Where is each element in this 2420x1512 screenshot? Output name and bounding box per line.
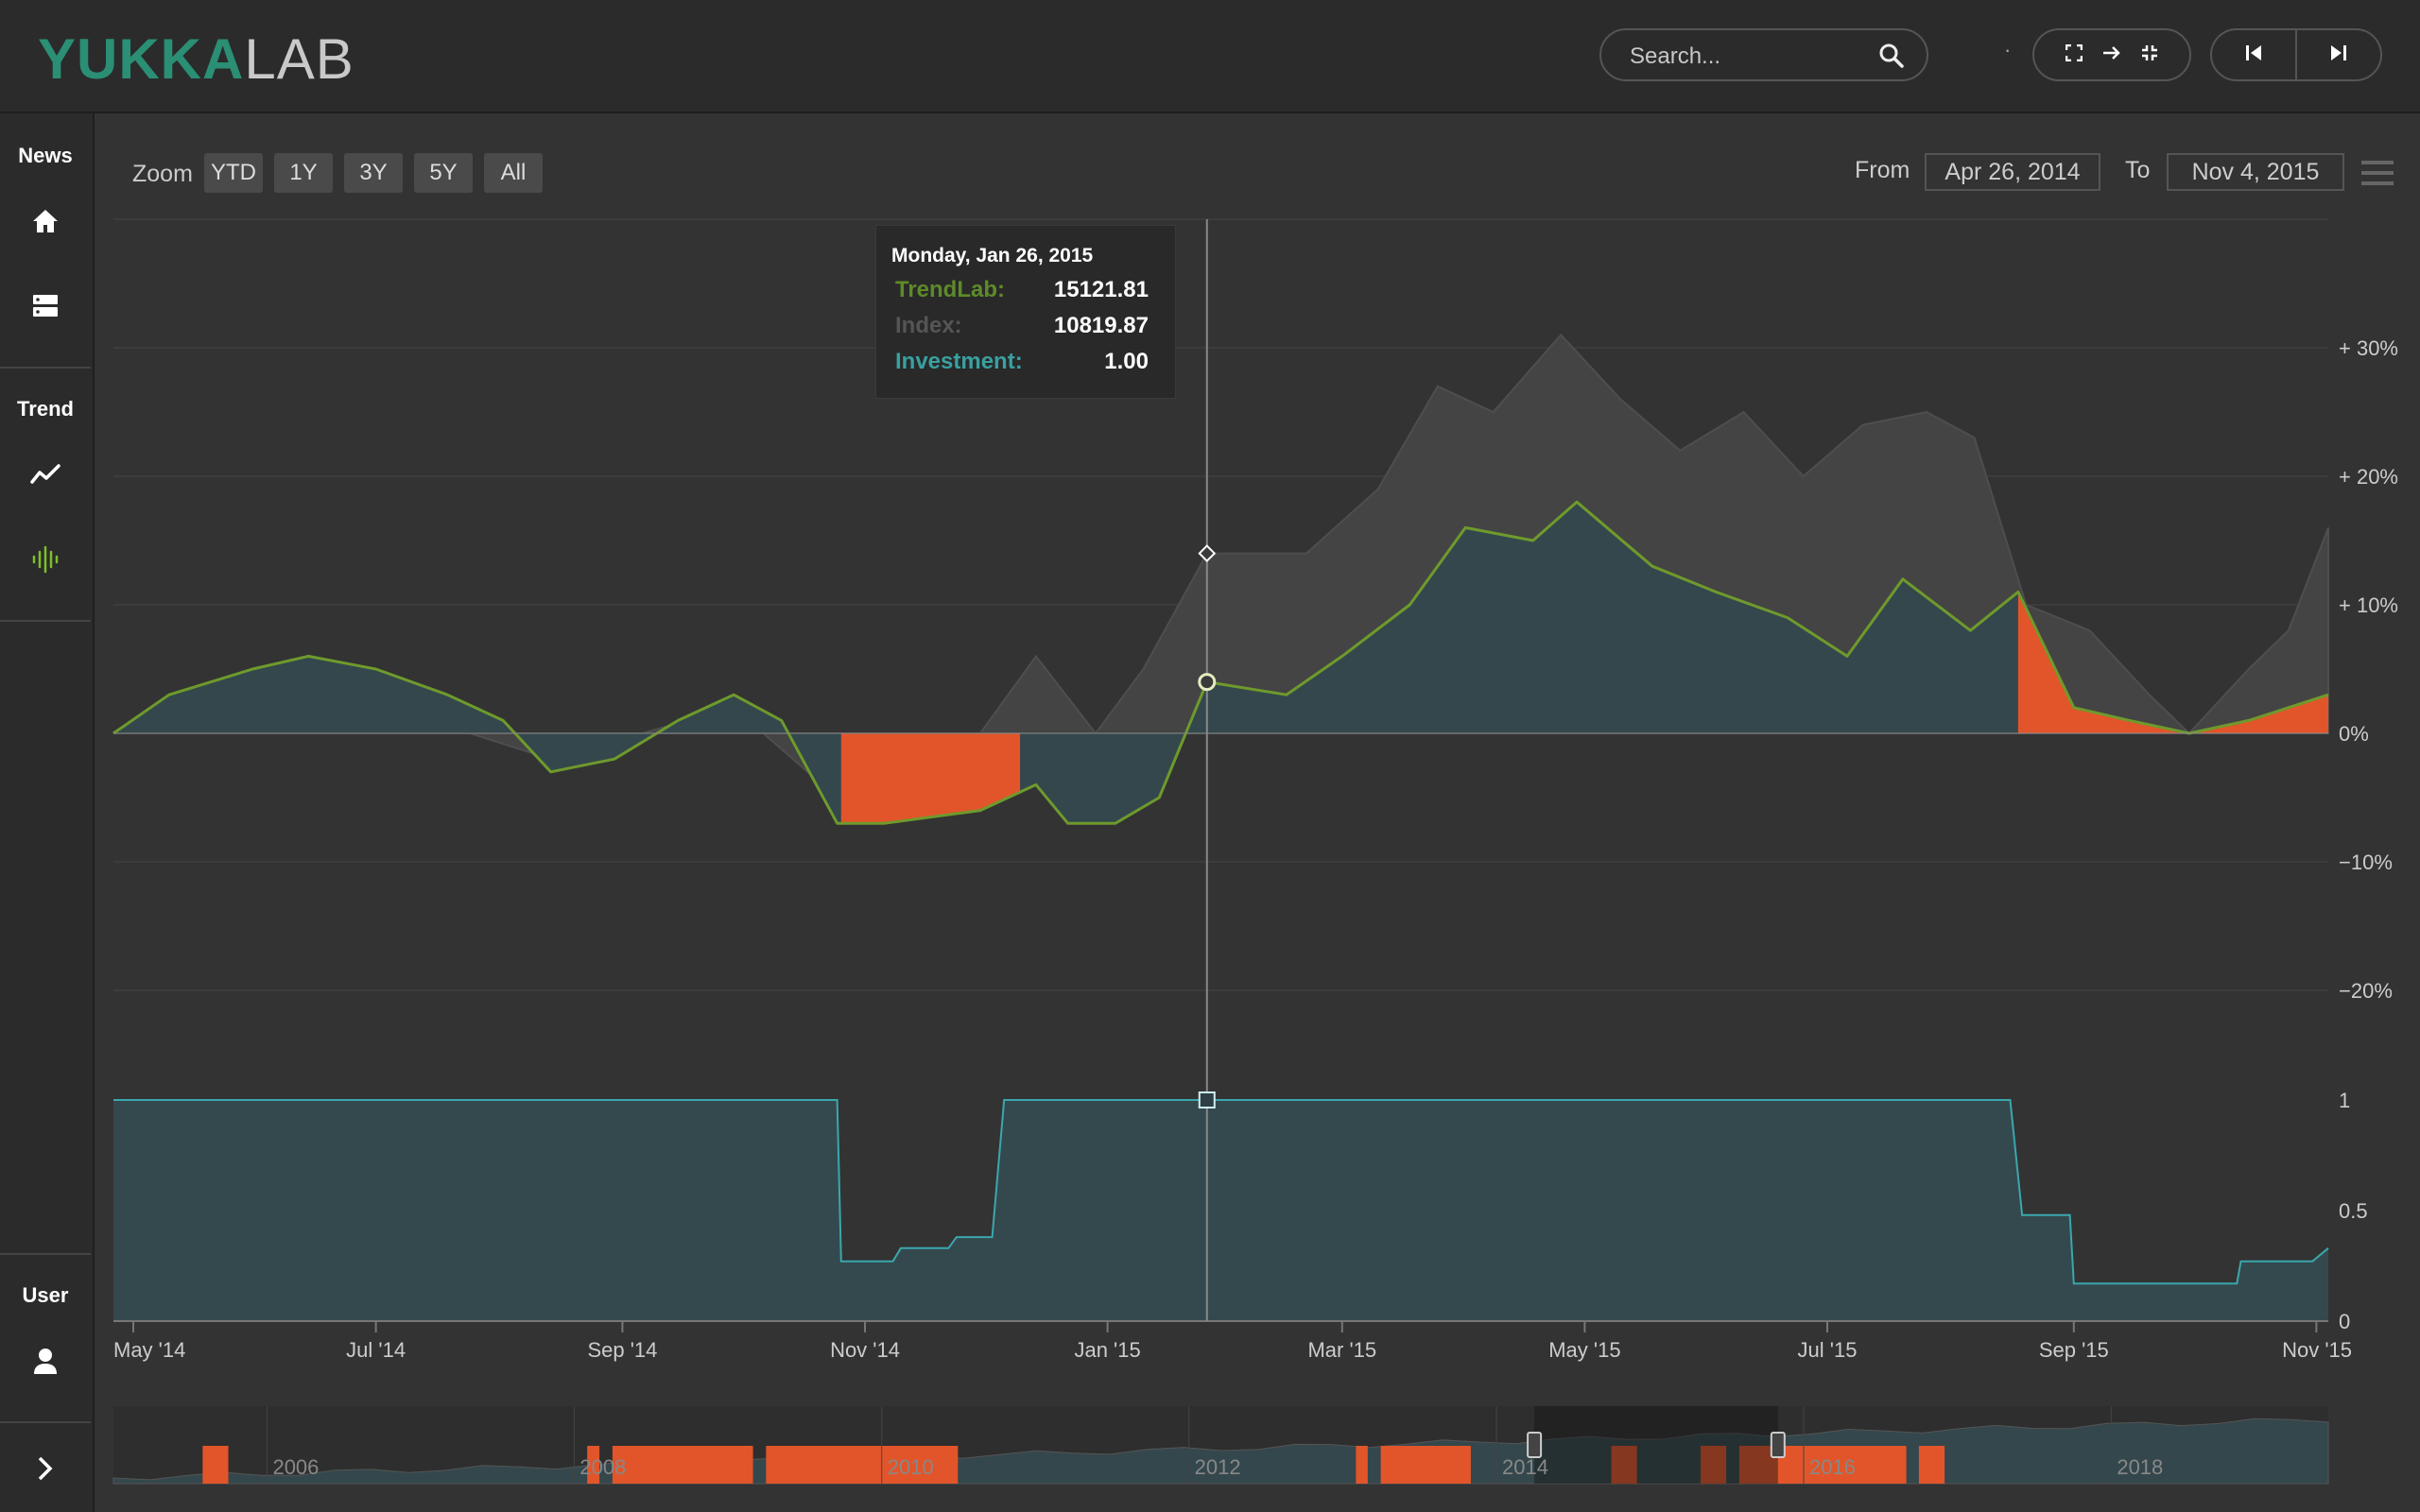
x-tick-label: Jul '14 (346, 1338, 406, 1362)
arrow-right-icon[interactable] (2101, 44, 2122, 66)
fullscreen-icon[interactable] (2065, 43, 2083, 66)
x-tick-label: May '14 (113, 1338, 185, 1362)
investment-tick-label: 1 (2339, 1089, 2350, 1112)
tooltip-value: 10819.87 (1053, 313, 1149, 338)
y-tick-label: 0% (2339, 722, 2369, 746)
navigator-handle (1527, 1432, 1543, 1458)
trend-chart[interactable]: + 30% + 20% + 10% 0% −10% −20% 1 0.5 0 May '14 Jul… (0, 113, 2420, 1512)
x-tick-label: May '15 (1548, 1338, 1620, 1362)
search-input[interactable] (1628, 40, 1877, 74)
separator-dot: · (2004, 38, 2012, 61)
top-bar: YUKKALAB · (0, 0, 2420, 113)
x-tick-label: Sep '14 (587, 1338, 657, 1362)
navigation-controls (2210, 28, 2382, 81)
tooltip-label: Index: (895, 313, 962, 338)
y-tick-label: −20% (2339, 979, 2393, 1003)
investment-tick-label: 0 (2339, 1310, 2350, 1333)
x-tick-label: Nov '15 (2282, 1338, 2352, 1362)
x-tick-label: Jan '15 (1074, 1338, 1140, 1362)
navigator-tick-label: 2012 (1195, 1455, 1241, 1479)
investment-marker (1198, 1091, 1216, 1108)
logo-part-2: LAB (244, 27, 354, 91)
navigator-tick-label: 2018 (2117, 1455, 2163, 1479)
navigator-negative-band (202, 1446, 229, 1484)
navigator-tick-label: 2016 (1809, 1455, 1856, 1479)
navigator-negative-band (1356, 1446, 1368, 1484)
y-tick-label: + 20% (2339, 465, 2398, 489)
navigator-tick-label: 2010 (888, 1455, 934, 1479)
tooltip-row-index: Index: 10819.87 (895, 313, 1169, 339)
app-logo[interactable]: YUKKALAB (38, 26, 354, 92)
navigator-negative-band (1380, 1446, 1471, 1484)
skip-forward-button[interactable] (2297, 30, 2380, 79)
logo-part-1: YUKKA (38, 27, 245, 91)
tooltip-value: 1.00 (1104, 349, 1149, 374)
y-tick-label: + 10% (2339, 593, 2398, 617)
search-box[interactable] (1599, 28, 1928, 81)
x-tick-label: Sep '15 (2039, 1338, 2109, 1362)
y-tick-label: −10% (2339, 850, 2393, 874)
navigator-tick-label: 2008 (579, 1455, 626, 1479)
tooltip-row-investment: Investment: 1.00 (895, 349, 1169, 375)
investment-area (113, 1100, 2328, 1321)
navigator-handle (1770, 1432, 1786, 1458)
tooltip-label: Investment: (895, 349, 1023, 374)
view-controls (2032, 28, 2191, 81)
search-icon[interactable] (1877, 42, 1906, 75)
tooltip-label: TrendLab: (895, 277, 1006, 302)
x-tick-label: Mar '15 (1307, 1338, 1376, 1362)
tooltip-date: Monday, Jan 26, 2015 (891, 245, 1094, 266)
navigator-tick-label: 2006 (272, 1455, 319, 1479)
navigator-tick-label: 2014 (1502, 1455, 1548, 1479)
collapse-icon[interactable] (2141, 44, 2158, 66)
trendlab-marker (1198, 673, 1217, 692)
skip-back-button[interactable] (2212, 30, 2297, 79)
navigator-negative-band (612, 1446, 753, 1484)
negative-band (840, 502, 1021, 824)
y-tick-label: + 30% (2339, 336, 2398, 360)
investment-tick-label: 0.5 (2339, 1199, 2368, 1223)
tooltip-row-trendlab: TrendLab: 15121.81 (895, 277, 1169, 303)
navigator-negative-band (1918, 1446, 1945, 1484)
navigator-selection (1534, 1406, 1778, 1484)
x-tick-label: Nov '14 (830, 1338, 900, 1362)
chart-tooltip: Monday, Jan 26, 2015 TrendLab: 15121.81 I… (875, 225, 1176, 399)
skip-forward-icon (2328, 43, 2349, 68)
skip-back-icon (2243, 43, 2264, 68)
tooltip-value: 15121.81 (1053, 277, 1149, 302)
x-tick-label: Jul '15 (1798, 1338, 1858, 1362)
